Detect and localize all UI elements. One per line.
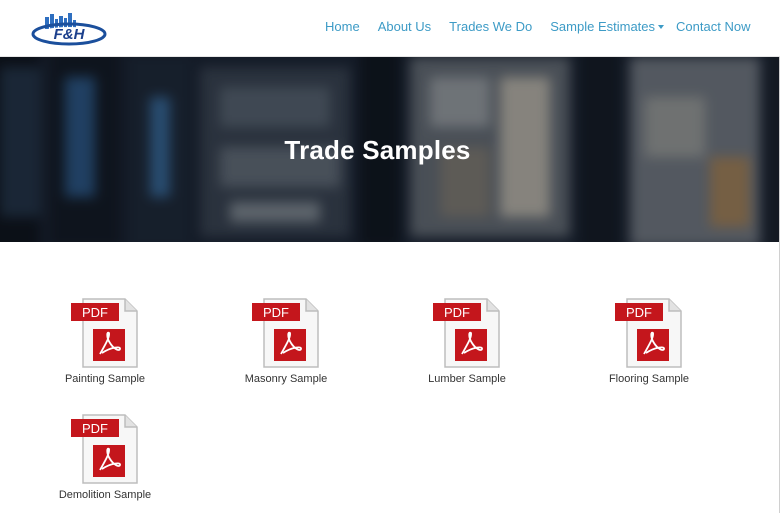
nav-about-us[interactable]: About Us (378, 19, 431, 34)
sample-painting[interactable]: PDF Painting Sample (45, 297, 165, 385)
sample-label: Painting Sample (64, 373, 146, 385)
main-nav: Home About Us Trades We Do Sample Estima… (325, 19, 768, 34)
pdf-file-icon: PDF (71, 414, 138, 484)
sample-masonry[interactable]: PDF Masonry Sample (226, 297, 346, 385)
nav-trades-we-do[interactable]: Trades We Do (449, 19, 532, 34)
pdf-file-icon: PDF (615, 298, 682, 368)
pdf-file-icon: PDF (71, 298, 138, 368)
nav-sample-estimates[interactable]: Sample Estimates (550, 19, 665, 34)
pdf-badge-text: PDF (263, 305, 289, 320)
sample-label: Demolition Sample (58, 489, 152, 501)
sample-demolition[interactable]: PDF Demolition Sample (45, 413, 165, 501)
nav-contact-now[interactable]: Contact Now (676, 19, 750, 34)
hero-banner: Trade Samples (0, 57, 780, 242)
sample-flooring[interactable]: PDF Flooring Sample (589, 297, 709, 385)
samples-grid: PDF Painting Sample PDF Masonry Sample P… (0, 242, 780, 513)
logo-text: F&H (54, 26, 86, 43)
site-header: F&H Home About Us Trades We Do Sample Es… (0, 0, 780, 57)
pdf-badge-text: PDF (82, 421, 108, 436)
pdf-badge-text: PDF (444, 305, 470, 320)
nav-sample-estimates-label: Sample Estimates (550, 19, 656, 34)
company-logo[interactable]: F&H (31, 12, 111, 48)
page-title: Trade Samples (284, 135, 471, 165)
nav-home[interactable]: Home (325, 19, 360, 34)
pdf-file-icon: PDF (252, 298, 319, 368)
sample-label: Flooring Sample (608, 373, 690, 385)
sample-label: Masonry Sample (244, 373, 328, 385)
pdf-badge-text: PDF (626, 305, 652, 320)
caret-down-icon (658, 24, 665, 29)
sample-lumber[interactable]: PDF Lumber Sample (407, 297, 527, 385)
sample-label: Lumber Sample (428, 373, 506, 385)
pdf-file-icon: PDF (433, 298, 500, 368)
pdf-badge-text: PDF (82, 305, 108, 320)
